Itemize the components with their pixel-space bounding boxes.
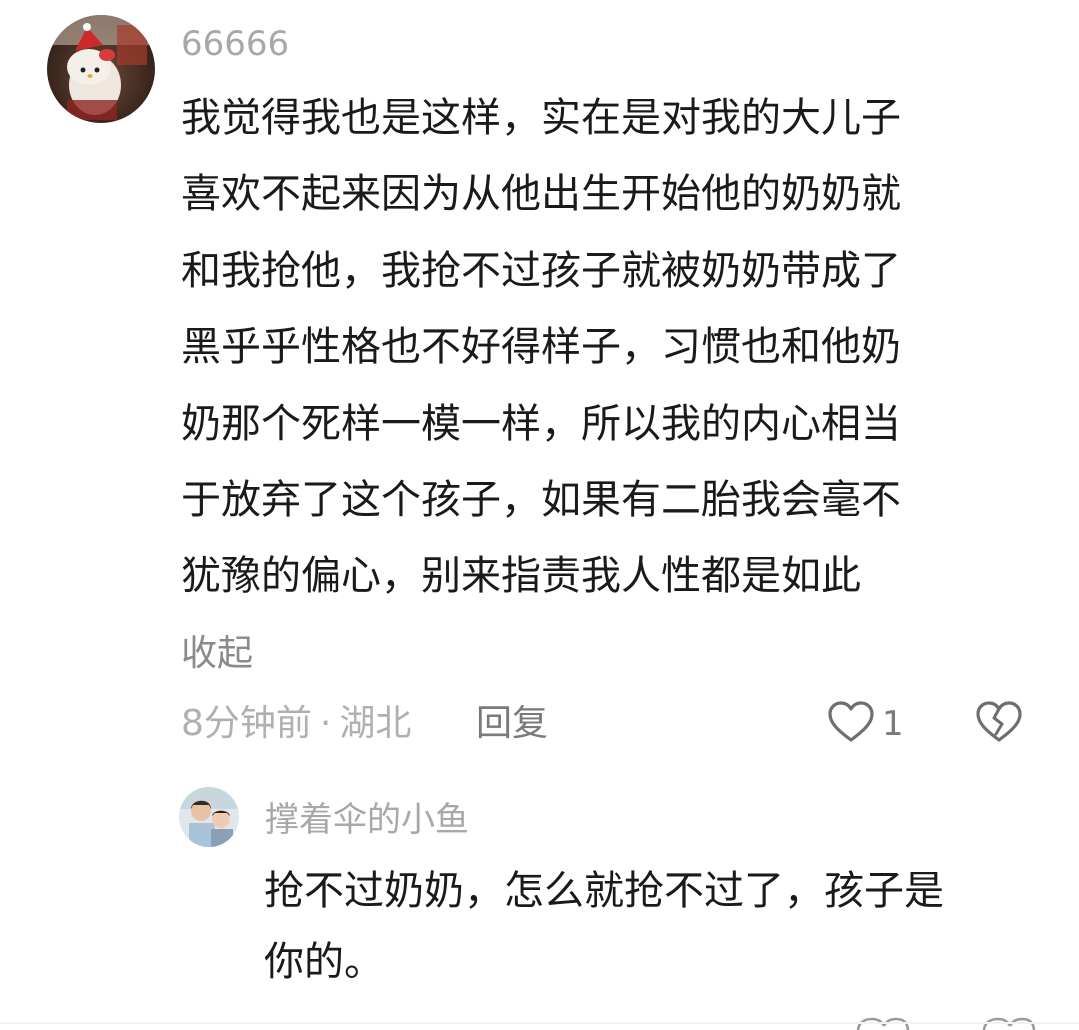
comment-meta: 8分钟前 · 湖北 (181, 702, 411, 746)
comment-line: 犹豫的偏心，别来指责我人性都是如此 (181, 553, 861, 600)
comment-body: 我觉得我也是这样，实在是对我的大儿子 喜欢不起来因为从他出生开始他的奶奶就 和我… (181, 80, 901, 615)
dislike-button[interactable] (974, 698, 1024, 748)
reply-line: 你的。 (264, 939, 384, 985)
comment-time: 8分钟前 (181, 703, 312, 744)
commenter-username[interactable]: 66666 (181, 22, 289, 66)
avatar-image (47, 15, 155, 123)
comment-line: 于放弃了这个孩子，如果有二胎我会毫不 (181, 476, 901, 523)
replier-username[interactable]: 撑着伞的小鱼 (265, 798, 469, 842)
broken-heart-icon (976, 701, 1022, 742)
reply-button[interactable]: 回复 (476, 702, 548, 746)
like-count: 1 (882, 704, 904, 744)
reply-body: 抢不过奶奶，怎么就抢不过了，孩子是 你的。 (264, 856, 944, 998)
comment-line: 奶那个死样一模一样，所以我的内心相当 (181, 400, 901, 447)
meta-separator: · (319, 703, 332, 744)
heart-outline-icon (828, 701, 874, 742)
commenter-avatar[interactable] (47, 15, 155, 123)
comment-line: 喜欢不起来因为从他出生开始他的奶奶就 (181, 171, 901, 218)
divider (0, 1022, 1079, 1024)
replier-avatar[interactable] (179, 787, 239, 847)
comment-line: 黑乎乎性格也不好得样子，习惯也和他奶 (181, 324, 901, 371)
reply-line: 抢不过奶奶，怎么就抢不过了，孩子是 (264, 868, 944, 914)
avatar-image (179, 787, 239, 847)
comment-location: 湖北 (339, 703, 412, 744)
comment-line: 和我抢他，我抢不过孩子就被奶奶带成了 (181, 247, 901, 294)
like-button[interactable] (826, 698, 876, 748)
collapse-button[interactable]: 收起 (181, 632, 253, 676)
comment-line: 我觉得我也是这样，实在是对我的大儿子 (181, 95, 901, 141)
